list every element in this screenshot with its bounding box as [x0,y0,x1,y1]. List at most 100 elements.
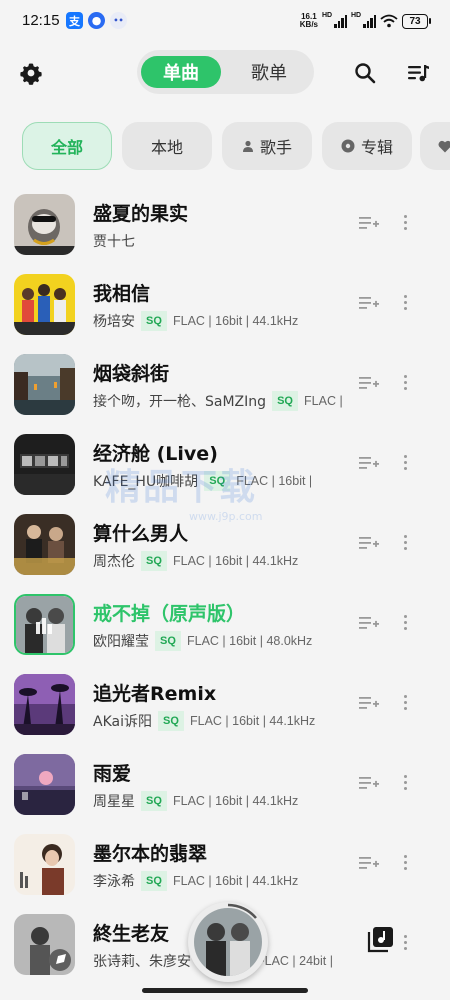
sq-badge: SQ [141,871,167,891]
sq-badge: SQ [141,551,167,571]
song-row[interactable]: 墨尔本的翡翠 李泳希 SQ FLAC | 16bit | 44.1kHz [0,825,450,905]
song-title: 追光者Remix [93,683,217,705]
status-indicators: 16.1 KB/s HD HD 73 [299,12,431,30]
song-artist: 周星星 [93,794,135,810]
song-artist: KAFE_HU咖啡胡 [93,474,199,490]
home-indicator[interactable] [142,988,308,993]
music-library-icon[interactable] [366,926,394,954]
filter-chips: 全部 本地 歌手 专辑 [0,122,450,172]
song-meta: 杨培安 SQ FLAC | 16bit | 44.1kHz [93,311,343,331]
song-artist: 贾十七 [93,234,135,250]
alipay-notification-icon: 支 [66,12,83,29]
album-cover [14,914,75,975]
wifi-icon [380,14,398,28]
sq-badge: SQ [157,711,184,731]
song-title: 盛夏的果实 [93,203,189,225]
more-options-icon[interactable] [402,615,408,633]
song-title: 雨爱 [93,763,132,785]
sq-badge: SQ [141,791,167,811]
song-title: 戒不掉（原声版） [93,603,246,625]
tab-songs[interactable]: 单曲 [141,56,221,88]
song-row[interactable]: 我相信 杨培安 SQ FLAC | 16bit | 44.1kHz [0,265,450,345]
more-options-icon[interactable] [402,455,408,473]
song-row[interactable]: 雨爱 周星星 SQ FLAC | 16bit | 44.1kHz [0,745,450,825]
network-speed: 16.1 KB/s [299,12,318,29]
filter-artist[interactable]: 歌手 [222,122,312,170]
filter-album[interactable]: 专辑 [322,122,412,170]
song-artist: 欧阳耀莹 [93,634,149,650]
audio-format: FLAC | 16bit | 48.0kHz [187,634,313,648]
add-to-queue-icon[interactable] [359,695,379,711]
status-bar: 12:15 支 ● •• 16.1 KB/s HD HD 73 [0,0,450,42]
now-playing-disc[interactable] [188,902,268,982]
song-artist: 接个吻，开一枪、SaMZIng [93,394,267,410]
more-options-icon[interactable] [402,855,408,873]
song-title: 经济舱 (Live) [93,443,218,465]
song-meta: 欧阳耀莹 SQ FLAC | 16bit | 48.0kHz [93,631,343,651]
song-artist: 杨培安 [93,314,135,330]
add-to-queue-icon[interactable] [359,455,379,471]
tab-playlists[interactable]: 歌单 [229,56,309,88]
album-cover [14,194,75,255]
search-icon[interactable] [352,60,378,86]
more-options-icon[interactable] [402,535,408,553]
album-cover [14,354,75,415]
more-options-icon[interactable] [402,775,408,793]
add-to-queue-icon[interactable] [359,215,379,231]
album-cover [14,594,75,655]
audio-format: FLAC | 16bit | 44.1kHz [173,874,299,888]
gear-icon[interactable] [18,60,44,86]
song-row-playing[interactable]: 戒不掉（原声版） 欧阳耀莹 SQ FLAC | 16bit | 48.0kHz [0,585,450,665]
add-to-queue-icon[interactable] [359,295,379,311]
audio-format: FLAC | 16bit | 44.1kHz [189,714,316,728]
filter-all[interactable]: 全部 [22,122,112,170]
add-to-queue-icon[interactable] [359,615,379,631]
app-notification-icon: ● [88,12,105,29]
more-options-icon[interactable] [402,295,408,313]
battery-icon: 73 [402,13,431,29]
song-artist: 周杰伦 [93,554,135,570]
more-options-icon[interactable] [402,215,408,233]
album-cover [14,754,75,815]
album-cover [14,834,75,895]
add-to-queue-icon[interactable] [359,855,379,871]
more-options-icon[interactable] [402,935,408,953]
audio-format: FLAC | [304,394,343,408]
filter-local[interactable]: 本地 [122,122,212,170]
song-row[interactable]: 经济舱 (Live) KAFE_HU咖啡胡 SQ FLAC | 16bit | [0,425,450,505]
song-title: 我相信 [93,283,151,305]
album-cover [14,514,75,575]
sq-badge: SQ [155,631,181,651]
album-cover [14,674,75,735]
filter-favorites[interactable] [420,122,450,170]
song-row[interactable]: 盛夏的果实 贾十七 [0,185,450,265]
add-to-queue-icon[interactable] [359,775,379,791]
song-meta: 接个吻，开一枪、SaMZIng SQ FLAC | [93,391,343,411]
person-icon [242,140,253,152]
playback-progress-ring [227,903,257,919]
song-meta: 李泳希 SQ FLAC | 16bit | 44.1kHz [93,871,343,891]
more-options-icon[interactable] [402,375,408,393]
album-cover [14,274,75,335]
add-to-queue-icon[interactable] [359,375,379,391]
song-meta: 贾十七 [93,231,343,251]
disc-icon [341,139,355,153]
sq-badge: SQ [204,471,231,491]
audio-format: FLAC | 16bit | 44.1kHz [173,554,299,568]
tab-switcher: 单曲 歌单 [137,50,314,94]
audio-format: FLAC | 24bit | [257,954,333,968]
top-bar: 单曲 歌单 [0,50,450,96]
app-notification-icon-2: •• [110,12,127,29]
song-row[interactable]: 烟袋斜街 接个吻，开一枪、SaMZIng SQ FLAC | [0,345,450,425]
song-row[interactable]: 算什么男人 周杰伦 SQ FLAC | 16bit | 44.1kHz [0,505,450,585]
song-row[interactable]: 追光者Remix AKai诉阳 SQ FLAC | 16bit | 44.1kH… [0,665,450,745]
song-artist: 李泳希 [93,874,135,890]
song-title: 終生老友 [93,923,170,945]
song-artist: AKai诉阳 [93,714,152,730]
song-artist: 张诗莉、朱彦安 [93,954,191,970]
add-to-queue-icon[interactable] [359,535,379,551]
more-options-icon[interactable] [402,695,408,713]
signal-2-icon: HD [351,12,376,28]
playlist-icon[interactable] [405,60,431,86]
song-title: 墨尔本的翡翠 [93,843,208,865]
